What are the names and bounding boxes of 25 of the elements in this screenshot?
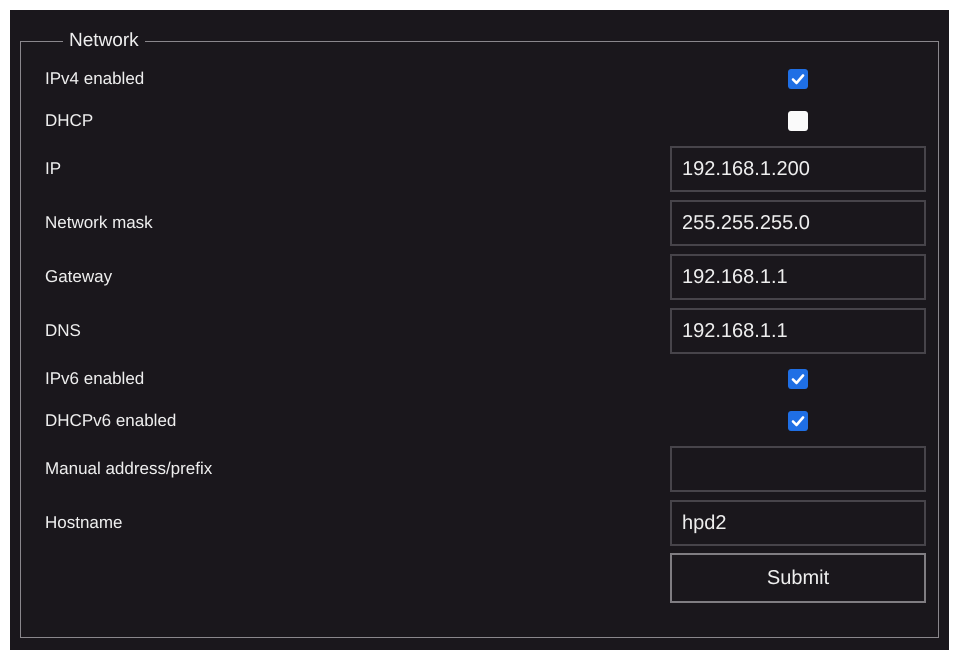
field-label: DHCP (45, 111, 94, 131)
checkmark-icon (791, 72, 805, 86)
field-label: Network mask (45, 213, 153, 233)
field-label: IP (45, 159, 62, 179)
checkbox[interactable] (788, 69, 808, 89)
checkmark-icon (791, 372, 805, 386)
input-field[interactable] (670, 446, 926, 492)
field-label: Hostname (45, 513, 122, 533)
field-label: Manual address/prefix (45, 459, 212, 479)
input-field[interactable]: 192.168.1.1 (670, 254, 926, 300)
checkbox[interactable] (788, 411, 808, 431)
field-label: IPv6 enabled (45, 369, 144, 389)
checkmark-icon (791, 414, 805, 428)
field-label: Gateway (45, 267, 112, 287)
submit-button[interactable]: Submit (670, 553, 926, 603)
input-field[interactable]: 192.168.1.1 (670, 308, 926, 354)
checkbox[interactable] (788, 111, 808, 131)
field-label: IPv4 enabled (45, 69, 144, 89)
input-field[interactable]: 192.168.1.200 (670, 146, 926, 192)
field-label: DNS (45, 321, 81, 341)
input-field[interactable]: hpd2 (670, 500, 926, 546)
field-label: DHCPv6 enabled (45, 411, 176, 431)
input-field[interactable]: 255.255.255.0 (670, 200, 926, 246)
section-title: Network (68, 30, 140, 52)
checkbox[interactable] (788, 369, 808, 389)
